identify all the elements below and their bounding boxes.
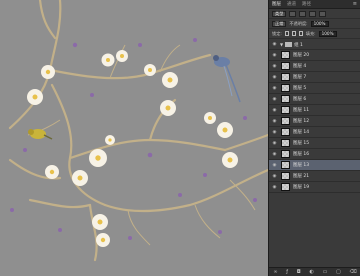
layer-row[interactable]: ◉ 图层 5 <box>269 83 360 94</box>
eye-icon[interactable]: ◉ <box>271 86 278 91</box>
tab-paths[interactable]: 路径 <box>302 1 311 7</box>
lock-transparency-icon[interactable] <box>284 31 289 36</box>
layer-group[interactable]: ◉ ▼ 组 1 <box>269 40 360 50</box>
tab-channels[interactable]: 通道 <box>287 1 296 7</box>
layer-row[interactable]: ◉ 图层 11 <box>269 105 360 116</box>
layer-name: 图层 6 <box>293 97 307 102</box>
mask-icon[interactable]: ◘ <box>297 269 301 275</box>
layer-thumbnail <box>281 62 290 70</box>
filter-kind-label: 类型 <box>275 10 284 16</box>
layer-thumbnail <box>281 106 290 114</box>
fill-label: 填充: <box>305 30 316 36</box>
layer-row[interactable]: ◉ 图层 14 <box>269 127 360 138</box>
layer-thumbnail <box>281 128 290 136</box>
layer-row[interactable]: ◉ 图层 15 <box>269 138 360 149</box>
eye-icon[interactable]: ◉ <box>271 141 278 146</box>
group-name: 组 1 <box>294 42 303 48</box>
layer-row[interactable]: ◉ 图层 7 <box>269 72 360 83</box>
eye-icon[interactable]: ◉ <box>271 185 278 190</box>
layer-thumbnail <box>281 95 290 103</box>
layer-row[interactable]: ◉ 图层 16 <box>269 149 360 160</box>
eye-icon[interactable]: ◉ <box>271 97 278 102</box>
layer-row-selected[interactable]: ◉ 图层 13 <box>269 160 360 171</box>
blend-mode-value: 正常 <box>275 20 284 26</box>
layer-name: 图层 5 <box>293 86 307 91</box>
layer-row[interactable]: ◉ 图层 21 <box>269 171 360 182</box>
layer-name: 图层 14 <box>293 130 310 135</box>
layer-name: 图层 21 <box>293 174 310 179</box>
layer-thumbnail <box>281 51 290 59</box>
eye-icon[interactable]: ◉ <box>271 130 278 135</box>
layers-list: ◉ ▼ 组 1 ◉ 图层 20 ◉ 图层 4 ◉ 图层 7 ◉ 图层 5 ◉ 图层 6 ◉… <box>269 40 360 267</box>
eye-icon[interactable]: ◉ <box>271 119 278 124</box>
layer-row[interactable]: ◉ 图层 19 <box>269 182 360 193</box>
layer-thumbnail <box>281 172 290 180</box>
layer-name: 图层 19 <box>293 185 310 190</box>
layer-name: 图层 16 <box>293 152 310 157</box>
layer-name: 图层 13 <box>293 163 310 168</box>
layer-name: 图层 20 <box>293 53 310 58</box>
eye-icon[interactable]: ◉ <box>271 152 278 157</box>
opacity-label: 不透明度: <box>289 20 308 26</box>
layer-name: 图层 15 <box>293 141 310 146</box>
eye-icon[interactable]: ◉ <box>271 174 278 179</box>
eye-icon[interactable]: ◉ <box>271 163 278 168</box>
layer-thumbnail <box>281 139 290 147</box>
trash-icon[interactable]: ⌫ <box>350 269 357 275</box>
lock-row: 锁定: 填充: 100% <box>269 29 360 39</box>
link-icon[interactable]: ∞ <box>273 269 277 275</box>
artwork <box>8 0 268 262</box>
panel-bottom-bar: ∞ ƒ ◘ ◐ ▭ ▢ ⌫ <box>269 267 360 276</box>
tab-layers[interactable]: 图层 <box>272 1 281 7</box>
layer-thumbnail <box>281 161 290 169</box>
eye-icon[interactable]: ◉ <box>271 64 278 69</box>
eye-icon[interactable]: ◉ <box>271 53 278 58</box>
layer-thumbnail <box>281 117 290 125</box>
layer-name: 图层 7 <box>293 75 307 80</box>
lock-label: 锁定: <box>272 30 282 36</box>
eye-icon[interactable]: ◉ <box>271 108 278 113</box>
blend-row: 正常 不透明度: 100% <box>269 19 360 29</box>
opacity-field[interactable]: 100% <box>310 20 329 27</box>
layer-row[interactable]: ◉ 图层 20 <box>269 50 360 61</box>
filter-type-icon[interactable] <box>309 10 317 17</box>
folder-icon[interactable]: ▭ <box>323 269 328 275</box>
new-layer-icon[interactable]: ▢ <box>336 269 341 275</box>
filter-adjustment-icon[interactable] <box>299 10 307 17</box>
adjustment-icon[interactable]: ◐ <box>309 269 313 275</box>
layer-row[interactable]: ◉ 图层 12 <box>269 116 360 127</box>
document-canvas[interactable] <box>0 0 268 276</box>
filter-pixel-icon[interactable] <box>289 10 297 17</box>
layer-row[interactable]: ◉ 图层 4 <box>269 61 360 72</box>
layer-thumbnail <box>281 73 290 81</box>
magnolia-blossoms <box>27 50 238 247</box>
eye-icon[interactable]: ◉ <box>271 42 278 47</box>
filter-row: 类型 <box>269 9 360 19</box>
layer-thumbnail <box>281 183 290 191</box>
folder-icon <box>285 42 293 47</box>
filter-shape-icon[interactable] <box>319 10 327 17</box>
chevron-down-icon[interactable]: ▼ <box>280 42 283 47</box>
eye-icon[interactable]: ◉ <box>271 75 278 80</box>
layers-panel: 图层 通道 路径 ≡ 类型 正常 不透明度: 100% 锁定: 填充: 100%… <box>268 0 360 276</box>
panel-tabs: 图层 通道 路径 ≡ <box>269 0 360 9</box>
lock-pixels-icon[interactable] <box>291 31 296 36</box>
yellow-bird <box>28 129 53 140</box>
layer-thumbnail <box>281 150 290 158</box>
blend-mode-select[interactable]: 正常 <box>272 20 287 27</box>
layer-thumbnail <box>281 84 290 92</box>
panel-menu-icon[interactable]: ≡ <box>353 1 357 7</box>
fx-icon[interactable]: ƒ <box>286 269 288 275</box>
layer-name: 图层 12 <box>293 119 310 124</box>
layer-name: 图层 4 <box>293 64 307 69</box>
lock-position-icon[interactable] <box>298 31 303 36</box>
blue-bird <box>213 55 241 103</box>
fill-field[interactable]: 100% <box>318 30 337 37</box>
filter-kind-select[interactable]: 类型 <box>272 10 287 17</box>
layer-name: 图层 11 <box>293 108 310 113</box>
layer-row[interactable]: ◉ 图层 6 <box>269 94 360 105</box>
